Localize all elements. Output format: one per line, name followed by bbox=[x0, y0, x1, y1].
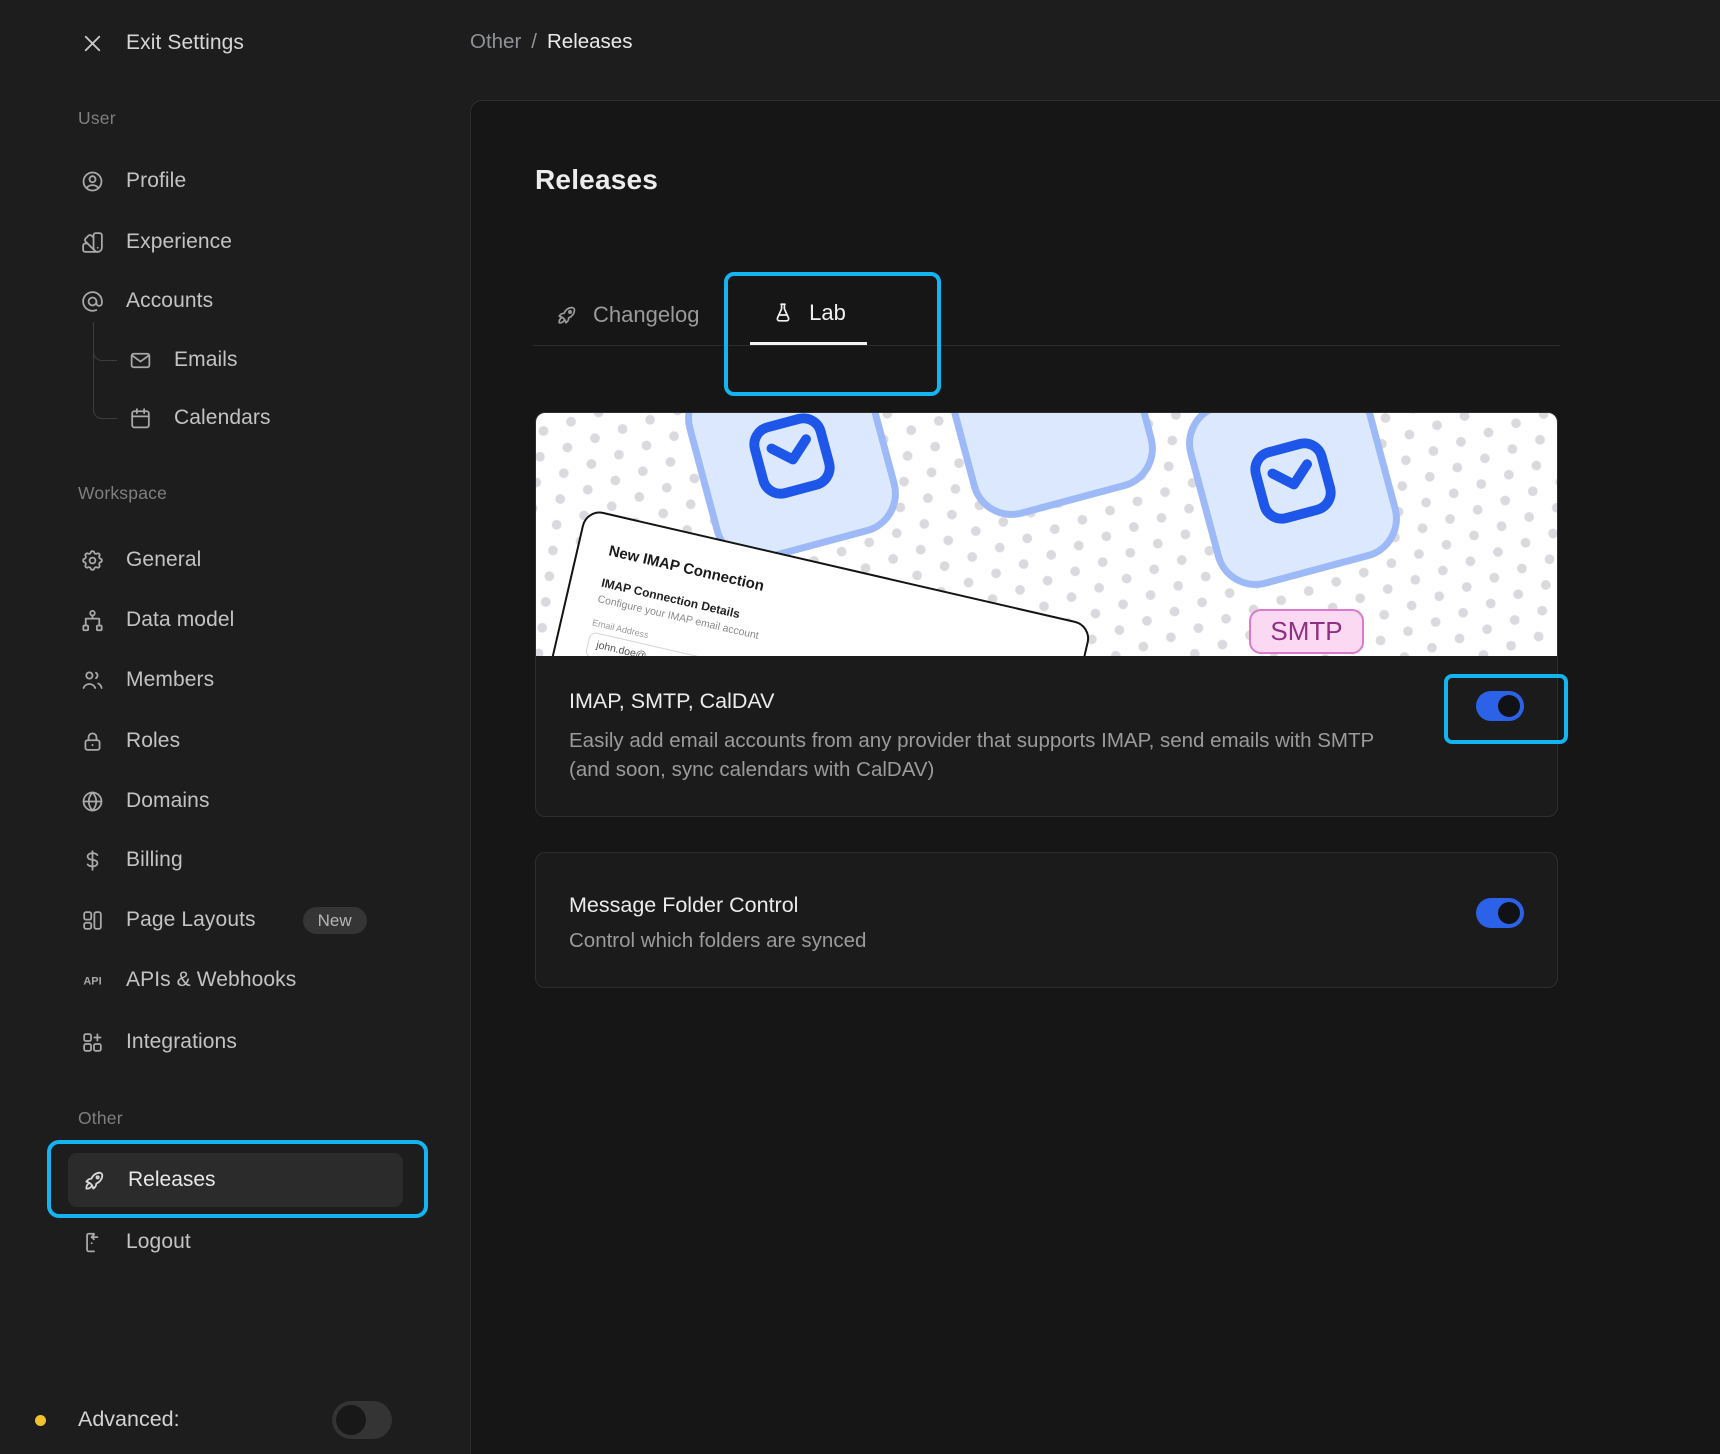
tab-label: Changelog bbox=[593, 301, 700, 327]
tab-label: Lab bbox=[809, 300, 846, 325]
feature-card-imap-smtp-caldav: New IMAP Connection IMAP Connection Deta… bbox=[535, 412, 1568, 817]
breadcrumb-current: Releases bbox=[546, 30, 633, 53]
feature-title: Message Folder Control bbox=[569, 893, 799, 917]
smtp-badge: SMTP bbox=[1249, 609, 1364, 654]
tabs-divider bbox=[533, 345, 1560, 346]
toggle-knob bbox=[1498, 902, 1520, 924]
gear-icon bbox=[80, 548, 105, 573]
rocket-icon bbox=[555, 303, 579, 327]
sidebar-item-billing[interactable]: Billing bbox=[80, 838, 183, 882]
sidebar-item-label: Profile bbox=[126, 169, 187, 192]
rocket-icon bbox=[82, 1168, 107, 1193]
sidebar-item-calendars[interactable]: Calendars bbox=[128, 396, 271, 440]
svg-text:API: API bbox=[83, 975, 101, 987]
sidebar-item-label: Domains bbox=[126, 789, 210, 812]
sidebar-item-label: Data model bbox=[126, 608, 235, 631]
sidebar-item-label: Members bbox=[126, 668, 215, 691]
sidebar-item-domains[interactable]: Domains bbox=[80, 779, 210, 823]
tree-connector bbox=[93, 322, 117, 361]
mail-glyph-icon bbox=[749, 413, 835, 499]
sidebar-item-label: Billing bbox=[126, 848, 183, 871]
sidebar-item-accounts[interactable]: Accounts bbox=[80, 279, 213, 323]
feature-description: Easily add email accounts from any provi… bbox=[569, 729, 1374, 781]
api-icon: API bbox=[80, 968, 105, 993]
exit-settings-label: Exit Settings bbox=[126, 31, 245, 54]
feature-card-message-folder-control: Message Folder Control Control which fol… bbox=[535, 852, 1558, 988]
sidebar-item-label: General bbox=[126, 548, 202, 571]
sidebar-item-label: Releases bbox=[128, 1168, 216, 1191]
advanced-toggle[interactable] bbox=[332, 1401, 392, 1439]
sidebar-item-profile[interactable]: Profile bbox=[80, 159, 186, 203]
section-header-user: User bbox=[78, 108, 116, 128]
sidebar-item-label: Page Layouts bbox=[126, 908, 256, 931]
tab-lab[interactable]: Lab bbox=[750, 284, 867, 345]
color-swatch-icon bbox=[80, 230, 105, 255]
currency-dollar-icon bbox=[80, 848, 105, 873]
imap-smtp-caldav-toggle[interactable] bbox=[1476, 691, 1524, 721]
sidebar-item-label: Logout bbox=[126, 1230, 191, 1253]
section-header-other: Other bbox=[78, 1108, 123, 1128]
breadcrumb-separator: / bbox=[531, 30, 537, 53]
lock-icon bbox=[80, 729, 105, 754]
sidebar-item-label: Roles bbox=[126, 729, 181, 752]
sidebar-item-data-model[interactable]: Data model bbox=[80, 598, 234, 642]
sidebar-item-logout[interactable]: Logout bbox=[80, 1220, 191, 1264]
feature-title: IMAP, SMTP, CalDAV bbox=[569, 689, 775, 713]
sidebar-item-label: Calendars bbox=[174, 406, 271, 429]
apps-icon bbox=[80, 1030, 105, 1055]
mail-icon bbox=[128, 348, 153, 373]
advanced-dot bbox=[35, 1415, 46, 1426]
layout-icon bbox=[80, 908, 105, 933]
sidebar-item-general[interactable]: General bbox=[80, 538, 201, 582]
toggle-knob bbox=[336, 1405, 366, 1435]
globe-icon bbox=[80, 789, 105, 814]
at-sign-icon bbox=[80, 289, 105, 314]
feature-illustration: New IMAP Connection IMAP Connection Deta… bbox=[536, 413, 1557, 656]
calendar-icon bbox=[128, 406, 153, 431]
flask-icon bbox=[771, 301, 795, 325]
sidebar-item-emails[interactable]: Emails bbox=[128, 338, 238, 382]
breadcrumb: Other / Releases bbox=[470, 30, 632, 54]
close-icon bbox=[80, 31, 105, 56]
users-icon bbox=[80, 668, 105, 693]
exit-settings-button[interactable]: Exit Settings bbox=[80, 21, 244, 65]
feature-description: Control which folders are synced bbox=[569, 929, 867, 952]
sidebar-item-apis-webhooks[interactable]: API APIs & Webhooks bbox=[80, 958, 296, 1002]
logout-icon bbox=[80, 1230, 105, 1255]
advanced-label: Advanced: bbox=[78, 1407, 180, 1431]
settings-sidebar: Exit Settings User Profile Experience Ac… bbox=[0, 0, 470, 1454]
message-folder-control-toggle[interactable] bbox=[1476, 898, 1524, 928]
user-circle-icon bbox=[80, 169, 105, 194]
mail-glyph-icon bbox=[1250, 438, 1336, 524]
new-badge: New bbox=[302, 906, 367, 934]
sidebar-item-page-layouts[interactable]: Page Layouts New bbox=[80, 898, 367, 942]
sidebar-item-releases[interactable]: Releases bbox=[68, 1153, 403, 1207]
hierarchy-icon bbox=[80, 608, 105, 633]
sidebar-item-integrations[interactable]: Integrations bbox=[80, 1020, 237, 1064]
sidebar-item-roles[interactable]: Roles bbox=[80, 719, 180, 763]
sidebar-item-label: Emails bbox=[174, 348, 238, 371]
toggle-knob bbox=[1498, 695, 1520, 717]
sidebar-item-label: Experience bbox=[126, 230, 233, 253]
sidebar-item-label: Accounts bbox=[126, 289, 214, 312]
page-title: Releases bbox=[535, 164, 659, 195]
sidebar-item-label: Integrations bbox=[126, 1030, 237, 1053]
breadcrumb-parent[interactable]: Other bbox=[470, 30, 521, 54]
tab-changelog[interactable]: Changelog bbox=[555, 284, 699, 345]
section-header-workspace: Workspace bbox=[78, 483, 168, 503]
sidebar-item-experience[interactable]: Experience bbox=[80, 220, 232, 264]
sidebar-item-label: APIs & Webhooks bbox=[126, 968, 297, 991]
sidebar-item-members[interactable]: Members bbox=[80, 658, 214, 702]
